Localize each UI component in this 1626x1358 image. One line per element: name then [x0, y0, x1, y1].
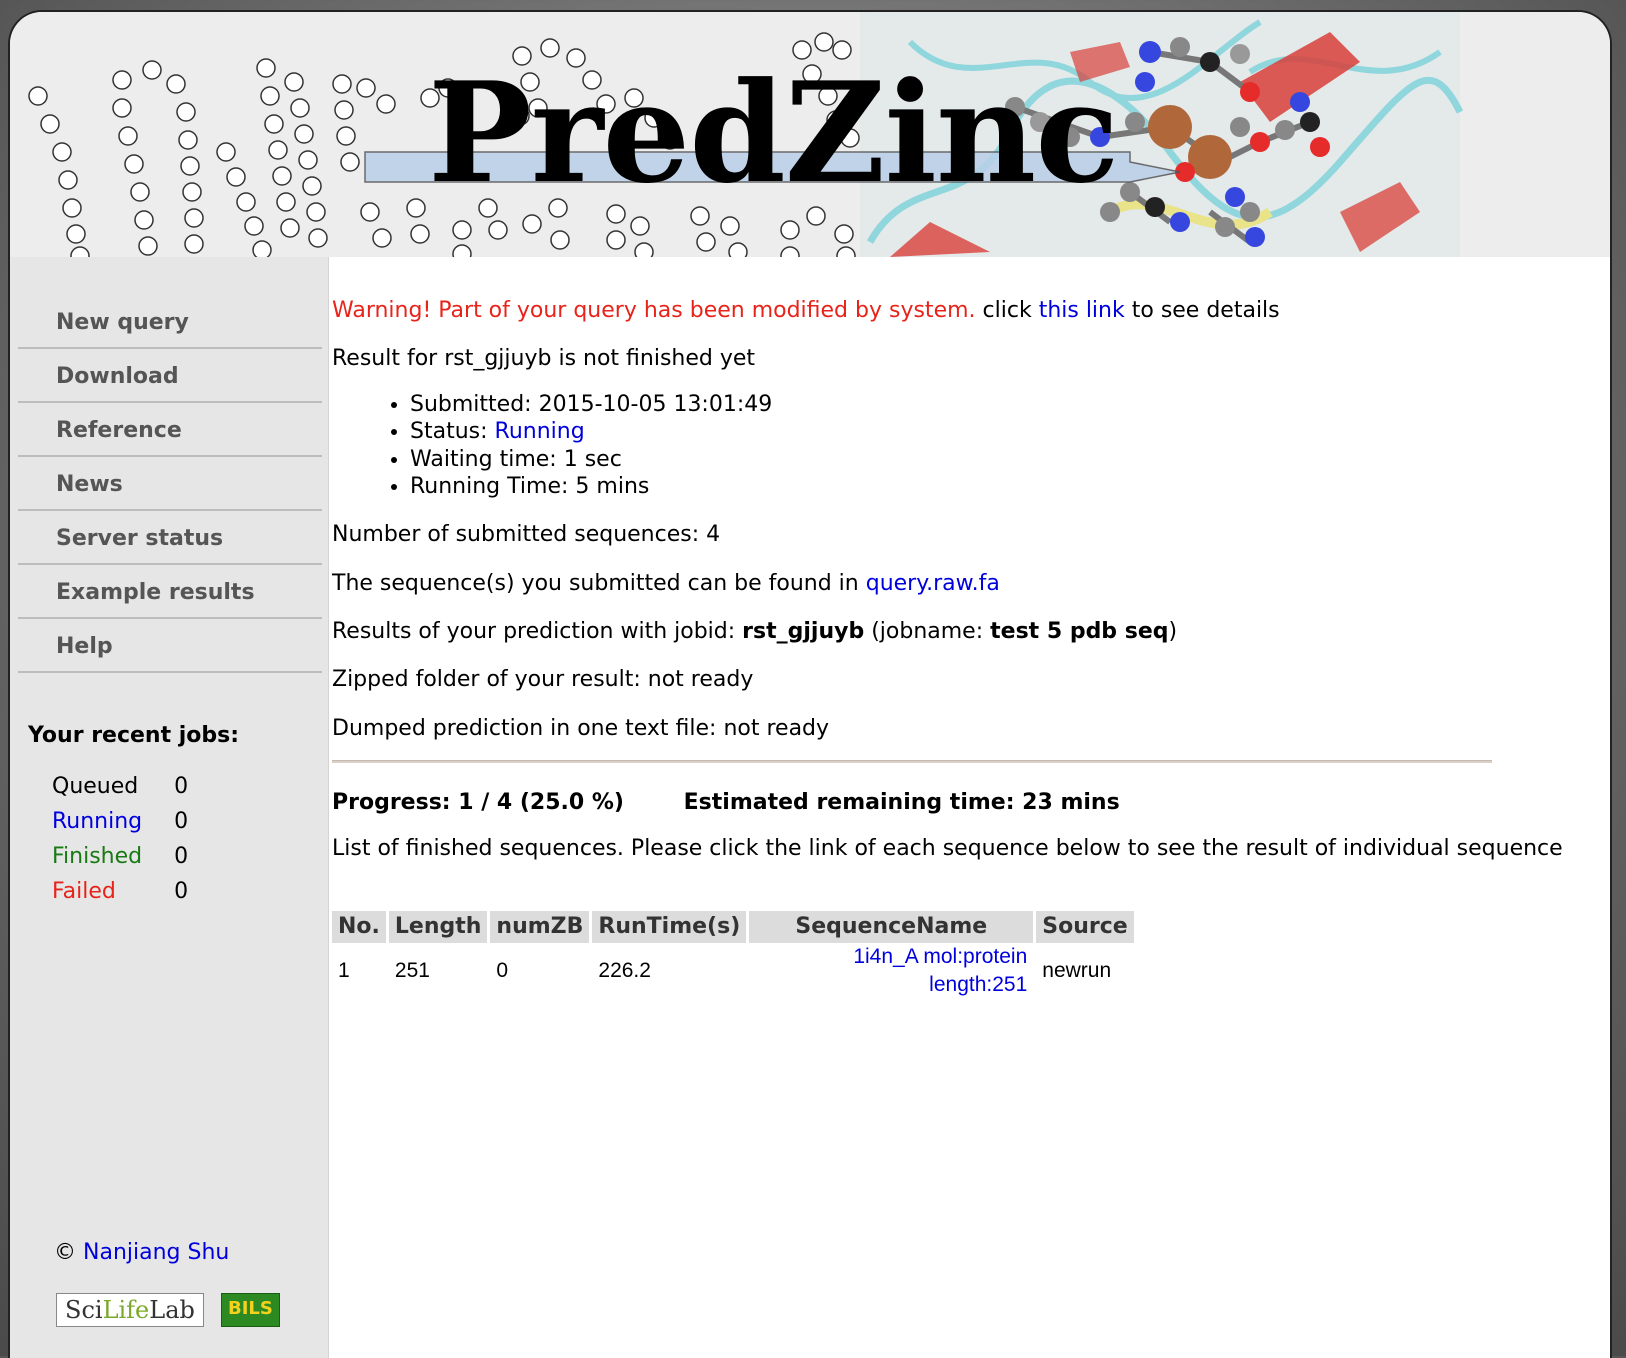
info-waiting: Waiting time: 1 sec: [410, 446, 772, 473]
table-row: 1 251 0 226.2 1i4n_A mol:protein length:…: [332, 943, 1134, 999]
site-title: PredZinc: [428, 51, 1119, 214]
recent-jobs-count-finished: 0: [174, 844, 189, 869]
results-jobid-line: Results of your prediction with jobid: r…: [332, 618, 1177, 646]
info-running-label: Running Time:: [410, 473, 569, 499]
info-waiting-value: 1 sec: [563, 446, 622, 472]
recent-jobs-label-failed[interactable]: Failed: [52, 874, 142, 909]
warning-click: click: [982, 298, 1032, 323]
sequence-result-link[interactable]: 1i4n_A mol:protein length:251: [749, 943, 1033, 999]
info-status-value: Running: [494, 419, 585, 445]
scilifelab-logo-text-lab: Lab: [149, 1296, 195, 1324]
col-header-runtime: RunTime(s): [592, 911, 747, 943]
recent-jobs-count-running: 0: [174, 809, 189, 834]
recent-jobs-row-running: Running 0: [52, 804, 188, 839]
num-sequences: Number of submitted sequences: 4: [332, 522, 721, 547]
remaining-time-text: Estimated remaining time: 23 mins: [683, 790, 1120, 815]
nav-item-example-results[interactable]: Example results: [18, 567, 322, 619]
progress-summary: Progress: 1 / 4 (25.0 %) Estimated remai…: [332, 789, 1120, 817]
job-info-list: Submitted: 2015-10-05 13:01:49 Status: R…: [384, 391, 772, 500]
col-header-sequence-name: SequenceName: [749, 911, 1034, 943]
info-running-value: 5 mins: [575, 473, 650, 499]
col-header-numzb: numZB: [490, 911, 590, 943]
recent-jobs-title: Your recent jobs:: [28, 723, 240, 748]
copyright-symbol: ©: [54, 1240, 76, 1265]
info-running-time: Running Time: 5 mins: [410, 473, 772, 500]
recent-jobs-label-running[interactable]: Running: [52, 804, 142, 839]
dumped-status: Dumped prediction in one text file: not …: [332, 716, 830, 741]
info-status-label: Status:: [410, 419, 488, 445]
nav-item-new-query[interactable]: New query: [18, 297, 322, 349]
nav-item-help[interactable]: Help: [18, 621, 322, 673]
warning-tail: to see details: [1131, 298, 1280, 323]
jobname-prefix: (jobname:: [871, 619, 984, 644]
recent-jobs-label-finished[interactable]: Finished: [52, 839, 142, 874]
scilifelab-logo-text-sci: Sci: [65, 1296, 103, 1324]
browser-page: PredZinc New query Download Reference Ne…: [8, 10, 1612, 1358]
progress-text: Progress: 1 / 4 (25.0 %): [332, 790, 624, 815]
jobname-suffix: ): [1168, 619, 1178, 644]
bils-logo[interactable]: BILS: [220, 1293, 280, 1327]
scilifelab-logo[interactable]: SciLifeLab: [56, 1293, 204, 1327]
cell-runtime: 226.2: [598, 959, 651, 982]
query-file-link[interactable]: query.raw.fa: [866, 571, 1000, 596]
nav-item-news[interactable]: News: [18, 459, 322, 511]
recent-jobs-count-queued: 0: [174, 774, 189, 799]
sequence-file-line: The sequence(s) you submitted can be fou…: [332, 570, 1000, 598]
col-header-length: Length: [388, 911, 488, 943]
result-status-text: Result for rst_gjjuyb is not finished ye…: [332, 346, 756, 371]
finished-list-description: List of finished sequences. Please click…: [332, 836, 1563, 861]
zipped-status: Zipped folder of your result: not ready: [332, 667, 754, 692]
cell-numzb: 0: [496, 959, 509, 982]
cell-source: newrun: [1042, 959, 1112, 982]
results-table-header: No. Length numZB RunTime(s) SequenceName…: [332, 911, 1134, 943]
sponsor-logos: SciLifeLab BILS: [56, 1293, 280, 1327]
info-submitted-value: 2015-10-05 13:01:49: [538, 392, 773, 417]
section-divider: [332, 760, 1492, 763]
info-waiting-label: Waiting time:: [410, 446, 557, 472]
nav-item-reference[interactable]: Reference: [18, 405, 322, 457]
recent-jobs-table: Queued 0 Running 0 Finished 0 Failed 0: [52, 769, 188, 909]
recent-jobs-count-failed: 0: [174, 879, 189, 904]
scilifelab-logo-text-life: Life: [102, 1296, 150, 1324]
warning-message: Warning! Part of your query has been mod…: [332, 297, 1280, 325]
copyright: © Nanjiang Shu: [54, 1240, 229, 1265]
nav-item-download[interactable]: Download: [18, 351, 322, 403]
col-header-no: No.: [332, 911, 386, 943]
cell-no: 1: [338, 959, 350, 982]
info-submitted-label: Submitted:: [410, 392, 532, 417]
sidebar: New query Download Reference News Server…: [10, 257, 329, 1358]
warning-text: Warning! Part of your query has been mod…: [332, 298, 976, 323]
recent-jobs-row-finished: Finished 0: [52, 839, 188, 874]
warning-details-link[interactable]: this link: [1039, 298, 1125, 323]
recent-jobs-label-queued: Queued: [52, 774, 139, 799]
sequence-file-text: The sequence(s) you submitted can be fou…: [332, 571, 859, 596]
recent-jobs-row-queued: Queued 0: [52, 769, 188, 804]
nav-menu: New query Download Reference News Server…: [18, 297, 322, 675]
jobid-value: rst_gjjuyb: [742, 619, 865, 644]
info-submitted: Submitted: 2015-10-05 13:01:49: [410, 391, 772, 418]
results-table: No. Length numZB RunTime(s) SequenceName…: [329, 911, 1137, 999]
jobname-value: test 5 pdb seq: [990, 619, 1169, 644]
recent-jobs-row-failed: Failed 0: [52, 874, 188, 909]
info-status: Status: Running: [410, 418, 772, 445]
cell-length: 251: [394, 959, 430, 982]
site-banner: PredZinc: [10, 12, 1610, 257]
results-prefix: Results of your prediction with jobid:: [332, 619, 736, 644]
col-header-source: Source: [1036, 911, 1134, 943]
author-link[interactable]: Nanjiang Shu: [83, 1240, 229, 1265]
nav-item-server-status[interactable]: Server status: [18, 513, 322, 565]
